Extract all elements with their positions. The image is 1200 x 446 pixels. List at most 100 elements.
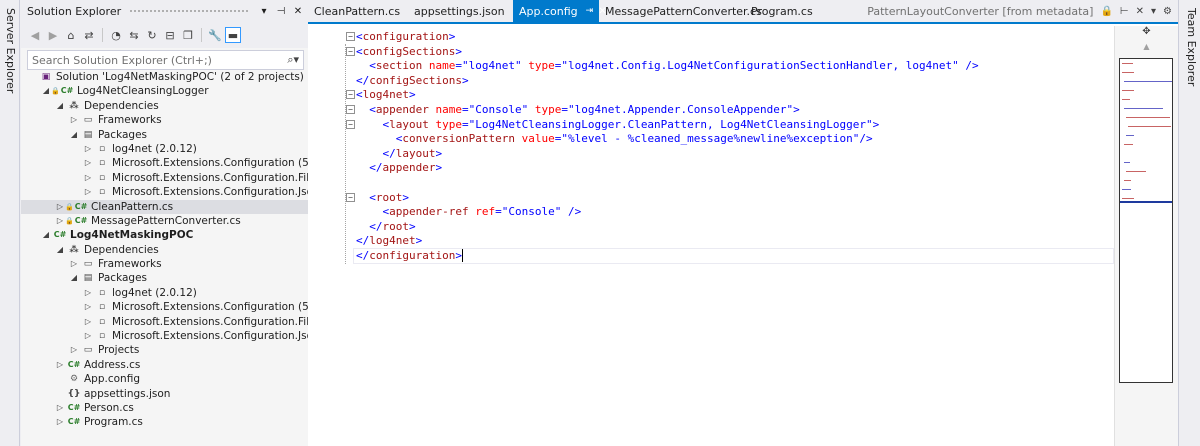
tree-row[interactable]: ◢ C# Log4NetMaskingPOC — [21, 228, 308, 242]
home-icon[interactable]: ⌂ — [63, 27, 79, 43]
vertical-scrollbar-map[interactable]: ✥ ▲ — [1114, 26, 1178, 446]
expanded-arrow-icon[interactable]: ◢ — [69, 271, 79, 285]
tab-messagepatternconverter-cs[interactable]: MessagePatternConverter.cs — [599, 0, 762, 22]
collapsed-arrow-icon[interactable]: ▷ — [83, 171, 93, 185]
code-minimap[interactable] — [1119, 58, 1173, 383]
expanded-arrow-icon[interactable]: ◢ — [55, 99, 65, 113]
collapsed-arrow-icon[interactable]: ▷ — [83, 156, 93, 170]
server-explorer-strip[interactable]: Server Explorer — [0, 0, 20, 446]
expanded-arrow-icon[interactable]: ◢ — [69, 128, 79, 142]
collapse-region-icon[interactable]: − — [346, 46, 355, 56]
code-token: /> — [965, 59, 979, 73]
tree-row[interactable]: ▷ C# Address.cs — [21, 358, 308, 372]
tree-row[interactable]: ▷ ▫ Microsoft.Extensions.Configuration (5.… — [21, 300, 308, 314]
minimap-line — [1122, 63, 1134, 64]
code-token: < — [369, 59, 376, 73]
collapsed-arrow-icon[interactable]: ▷ — [69, 343, 79, 357]
collapsed-arrow-icon[interactable]: ▷ — [55, 358, 65, 372]
collapsed-arrow-icon[interactable]: ▷ — [83, 286, 93, 300]
code-line: − <layout type="Log4NetCleansingLogger.C… — [346, 118, 979, 133]
tree-row[interactable]: ▷ ▫ Microsoft.Extensions.Configuration.Fil… — [21, 315, 308, 329]
code-token: configSections — [362, 44, 456, 58]
collapsed-arrow-icon[interactable]: ▷ — [83, 185, 93, 199]
collapsed-arrow-icon[interactable]: ▷ — [83, 142, 93, 156]
tree-row[interactable]: ▷ C# Person.cs — [21, 401, 308, 415]
tree-row[interactable]: ◢ 🔒 C# Log4NetCleansingLogger — [21, 84, 308, 98]
preview-selected-items-icon[interactable]: ▬ — [225, 27, 241, 43]
collapsed-arrow-icon[interactable]: ▷ — [69, 257, 79, 271]
solution-explorer-search-box[interactable]: Search Solution Explorer (Ctrl+;) ⌕▾ — [27, 50, 304, 70]
code-editor[interactable]: − <configuration> − <configSections> <secti… — [346, 30, 979, 264]
tree-row[interactable]: ▷ ▭ Frameworks — [21, 257, 308, 271]
tab-program-cs[interactable]: Program.cs — [745, 0, 825, 22]
collapsed-arrow-icon[interactable]: ▷ — [55, 415, 65, 429]
tree-row[interactable]: ⚙ App.config — [21, 372, 308, 386]
pin-icon[interactable]: ⊢ — [1120, 6, 1129, 17]
tree-item-label: Projects — [98, 344, 140, 357]
tree-row[interactable]: ▷ 🔒 C# MessagePatternConverter.cs — [21, 214, 308, 228]
code-token: > — [409, 219, 416, 233]
collapse-region-icon[interactable]: − — [346, 119, 355, 129]
tab-appsettings-json[interactable]: appsettings.json — [408, 0, 513, 22]
forward-icon[interactable]: ▶ — [45, 27, 61, 43]
tree-row[interactable]: {} appsettings.json — [21, 387, 308, 401]
collapse-all-icon[interactable]: ⊟ — [162, 27, 178, 43]
collapse-region-icon[interactable]: − — [346, 90, 355, 100]
tree-row[interactable]: ▷ C# Program.cs — [21, 415, 308, 429]
back-icon[interactable]: ◀ — [27, 27, 43, 43]
collapsed-arrow-icon[interactable]: ▷ — [55, 200, 65, 214]
tree-row[interactable]: ▷ ▫ log4net (2.0.12) — [21, 286, 308, 300]
sync-with-active-document-icon[interactable]: ⇆ — [126, 27, 142, 43]
tree-row[interactable]: ◢ ⁂ Dependencies — [21, 243, 308, 257]
team-explorer-strip[interactable]: Team Explorer — [1178, 0, 1200, 446]
tab-cleanpattern-cs[interactable]: CleanPattern.cs — [308, 0, 408, 22]
collapsed-arrow-icon[interactable]: ▷ — [55, 214, 65, 228]
tree-row[interactable]: ▷ ▭ Projects — [21, 343, 308, 357]
show-all-files-icon[interactable]: ❐ — [180, 27, 196, 43]
tree-row[interactable]: ▣ Solution 'Log4NetMaskingPOC' (2 of 2 pr… — [21, 70, 308, 84]
preview-tab-label[interactable]: PatternLayoutConverter [from metadata] — [867, 5, 1093, 18]
window-position-dropdown-icon[interactable]: ▾ — [257, 6, 271, 17]
expanded-arrow-icon[interactable]: ◢ — [41, 84, 51, 98]
pin-tab-icon[interactable]: ⇥ — [586, 6, 594, 16]
code-token: =" — [554, 132, 568, 146]
close-panel-icon[interactable]: ✕ — [291, 6, 305, 17]
tree-row[interactable]: ▷ ▫ log4net (2.0.12) — [21, 142, 308, 156]
collapsed-arrow-icon[interactable]: ▷ — [69, 113, 79, 127]
code-token: </ — [356, 248, 370, 262]
tree-row[interactable]: ▷ 🔒 C# CleanPattern.cs — [21, 199, 308, 214]
refresh-icon[interactable]: ↻ — [144, 27, 160, 43]
tree-row[interactable]: ◢ ⁂ Dependencies — [21, 99, 308, 113]
titlebar-grip[interactable] — [129, 8, 249, 14]
scroll-up-arrow-icon[interactable]: ▲ — [1115, 42, 1178, 54]
tree-row[interactable]: ▷ ▫ Microsoft.Extensions.Configuration (5.… — [21, 156, 308, 170]
tree-row[interactable]: ▷ ▫ Microsoft.Extensions.Configuration.Fil… — [21, 171, 308, 185]
expanded-arrow-icon[interactable]: ◢ — [55, 243, 65, 257]
tree-row[interactable]: ▷ ▭ Frameworks — [21, 113, 308, 127]
split-window-icon[interactable]: ✥ — [1115, 26, 1178, 42]
search-icon[interactable]: ⌕▾ — [287, 53, 299, 67]
switch-views-icon[interactable]: ⇄ — [81, 27, 97, 43]
properties-wrench-icon[interactable]: 🔧 — [207, 27, 223, 43]
collapse-region-icon[interactable]: − — [346, 32, 355, 41]
collapse-region-icon[interactable]: − — [346, 104, 355, 114]
pending-changes-filter-icon[interactable]: ◔ — [108, 27, 124, 43]
collapsed-arrow-icon[interactable]: ▷ — [83, 329, 93, 343]
collapsed-arrow-icon[interactable]: ▷ — [55, 401, 65, 415]
expanded-arrow-icon[interactable]: ◢ — [41, 228, 51, 242]
team-explorer-label[interactable]: Team Explorer — [1185, 8, 1198, 86]
tab-overflow-dropdown-icon[interactable]: ▾ — [1151, 6, 1156, 17]
server-explorer-label[interactable]: Server Explorer — [4, 8, 17, 93]
close-preview-icon[interactable]: ✕ — [1136, 6, 1144, 17]
tree-row[interactable]: ◢ ▤ Packages — [21, 271, 308, 285]
tree-row[interactable]: ▷ ▫ Microsoft.Extensions.Configuration.Jso… — [21, 185, 308, 199]
collapsed-arrow-icon[interactable]: ▷ — [83, 300, 93, 314]
tree-row[interactable]: ▷ ▫ Microsoft.Extensions.Configuration.Jso… — [21, 329, 308, 343]
auto-hide-pin-icon[interactable]: ⊣ — [274, 6, 288, 17]
collapse-region-icon[interactable]: − — [346, 192, 355, 202]
tree-row[interactable]: ◢ ▤ Packages — [21, 128, 308, 142]
settings-gear-icon[interactable]: ⚙ — [1163, 6, 1172, 17]
collapsed-arrow-icon[interactable]: ▷ — [83, 315, 93, 329]
tab-app-config[interactable]: App.config ⇥ ✕ — [513, 0, 607, 22]
